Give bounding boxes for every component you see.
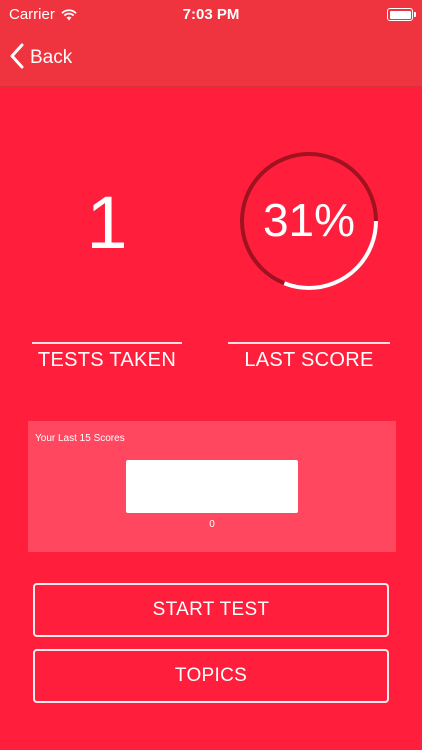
status-time: 7:03 PM — [182, 6, 240, 23]
tests-taken-label: TESTS TAKEN — [37, 349, 177, 371]
tests-taken-stat: 1 TESTS TAKEN — [32, 150, 182, 380]
last-score-label: LAST SCORE — [244, 349, 374, 371]
last-score-value: 31% — [262, 194, 356, 246]
back-label: Back — [30, 47, 73, 68]
last-scores-title: Your Last 15 Scores — [35, 433, 125, 444]
back-button[interactable]: Back — [10, 42, 72, 74]
score-bar-label: 0 — [209, 519, 215, 530]
status-bar: Carrier 7:03 PM — [0, 0, 422, 30]
score-bar — [126, 460, 298, 513]
tests-taken-divider — [32, 342, 182, 344]
last-scores-panel: Your Last 15 Scores 0 — [28, 421, 396, 552]
last-score-stat: 31% LAST SCORE — [228, 150, 390, 380]
tests-taken-value: 1 — [86, 181, 128, 264]
battery-icon — [387, 8, 416, 21]
navigation-bar: Back — [0, 30, 422, 87]
topics-button[interactable]: TOPICS — [33, 649, 389, 703]
start-test-button[interactable]: START TEST — [33, 583, 389, 637]
chevron-left-icon — [10, 43, 24, 74]
last-score-divider — [228, 342, 390, 344]
last-score-ring: 31% — [238, 150, 380, 292]
